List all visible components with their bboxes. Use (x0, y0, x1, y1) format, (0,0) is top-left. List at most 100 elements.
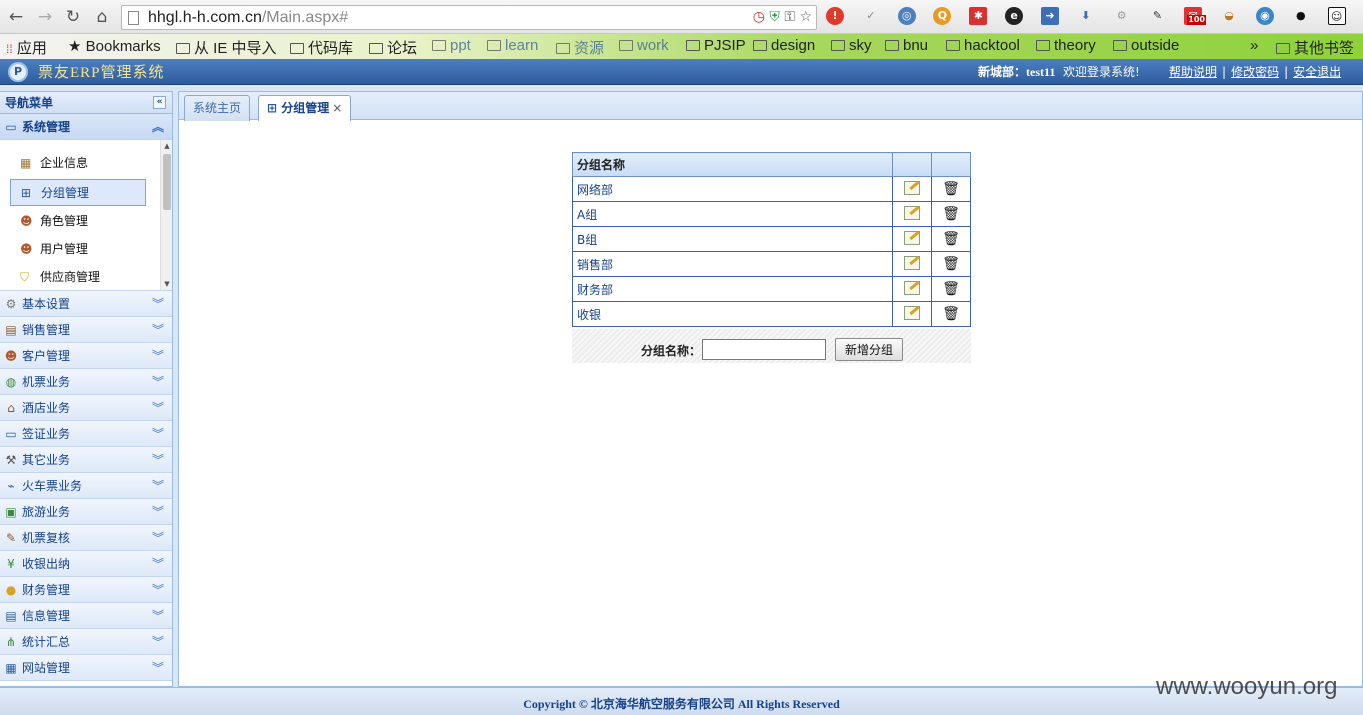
section-cashier[interactable]: ¥ 收银出纳 ︾ (0, 551, 172, 577)
star-icon[interactable]: ☆ (799, 9, 812, 25)
sync-icon[interactable]: ◎ (897, 7, 916, 25)
sub-item-company-info[interactable]: ▦ 企业信息 (10, 150, 146, 177)
globe-icon[interactable]: ◉ (1255, 7, 1274, 25)
back-icon[interactable]: ← (5, 6, 27, 28)
chevron-down-icon[interactable]: ︾ (152, 421, 164, 447)
mask-icon[interactable]: ☺ (1327, 7, 1346, 25)
history-icon[interactable]: ◷ (753, 9, 765, 25)
group-name-input[interactable] (702, 339, 826, 360)
section-air-tickets[interactable]: ◍ 机票业务 ︾ (0, 369, 172, 395)
bookmark-resources[interactable]: 资源 (556, 37, 604, 58)
chevron-down-icon[interactable]: ︾ (152, 369, 164, 395)
bookmark-learn[interactable]: learn (487, 37, 538, 54)
chevron-down-icon[interactable]: ︾ (152, 343, 164, 369)
chevron-down-icon[interactable]: ︾ (152, 447, 164, 473)
scroll-thumb[interactable] (163, 154, 171, 210)
chevron-up-icon[interactable]: ︽ (152, 114, 164, 140)
edit-icon[interactable] (904, 305, 920, 320)
bookmark-code[interactable]: 代码库 (290, 37, 353, 58)
check-icon[interactable]: ✓ (862, 7, 880, 25)
section-basic-settings[interactable]: ⚙ 基本设置 ︾ (0, 291, 172, 317)
close-icon[interactable]: × (332, 101, 342, 115)
chevron-down-icon[interactable]: ︾ (152, 473, 164, 499)
section-sales[interactable]: ▤ 销售管理 ︾ (0, 317, 172, 343)
share-icon[interactable]: ➜ (1040, 7, 1059, 25)
trash-icon[interactable]: 🗑 (942, 181, 960, 197)
section-other-business[interactable]: ⚒ 其它业务 ︾ (0, 447, 172, 473)
section-system-management[interactable]: ▭ 系统管理 ︽ (0, 114, 172, 140)
edit-icon[interactable] (904, 255, 920, 270)
url-text[interactable]: hhgl.h-h.com.cn/Main.aspx# (148, 9, 348, 27)
alert-icon[interactable]: ! (826, 7, 844, 25)
logout-link[interactable]: 安全退出 (1293, 65, 1341, 79)
bookmark-sky[interactable]: sky (831, 37, 872, 54)
collapse-sidebar-icon[interactable]: « (153, 96, 166, 109)
chevron-down-icon[interactable]: ︾ (152, 499, 164, 525)
other-bookmarks[interactable]: 其他书签 (1276, 37, 1354, 58)
chevron-down-icon[interactable]: ︾ (152, 395, 164, 421)
bookmark-ppt[interactable]: ppt (432, 37, 471, 54)
bookmark-bnu[interactable]: bnu (885, 37, 928, 54)
add-group-button[interactable]: 新增分组 (835, 338, 903, 361)
section-information[interactable]: ▤ 信息管理 ︾ (0, 603, 172, 629)
e-ext-icon[interactable]: e (1005, 7, 1024, 25)
chevron-down-icon[interactable]: ︾ (152, 603, 164, 629)
bookmark-hacktool[interactable]: hacktool (946, 37, 1020, 54)
chevron-down-icon[interactable]: ︾ (152, 291, 164, 317)
bookmark-design[interactable]: design (753, 37, 815, 54)
edit-icon[interactable] (904, 280, 920, 295)
bookmark-work[interactable]: work (619, 37, 669, 54)
section-finance[interactable]: ● 财务管理 ︾ (0, 577, 172, 603)
edit-icon[interactable] (904, 230, 920, 245)
tab-group-management[interactable]: ⊞ 分组管理 × (258, 95, 352, 121)
sub-item-group-management[interactable]: ⊞ 分组管理 (10, 179, 146, 206)
trash-icon[interactable]: 🗑 (942, 231, 960, 247)
home-icon[interactable]: ⌂ (91, 6, 113, 28)
key-icon[interactable]: ⚿ (784, 9, 795, 25)
download-icon[interactable]: ⬇ (1077, 7, 1095, 25)
help-link[interactable]: 帮助说明 (1169, 65, 1217, 79)
submenu-scrollbar[interactable]: ▲ ▼ (160, 140, 172, 290)
bookmark-forum[interactable]: 论坛 (369, 37, 417, 58)
apps-bookmark[interactable]: ⁞⁞ 应用 (6, 37, 47, 58)
trash-icon[interactable]: 🗑 (942, 306, 960, 322)
chevron-down-icon[interactable]: ︾ (152, 525, 164, 551)
bookmark-bookmarks[interactable]: ★ Bookmarks (68, 37, 161, 55)
chevron-down-icon[interactable]: ︾ (152, 655, 164, 681)
trash-icon[interactable]: 🗑 (942, 256, 960, 272)
bookmark-outside[interactable]: outside (1113, 37, 1179, 54)
bookmark-theory[interactable]: theory (1036, 37, 1096, 54)
scroll-down-icon[interactable]: ▼ (163, 280, 171, 288)
edit-icon[interactable] (904, 205, 920, 220)
tab-home[interactable]: 系统主页 (184, 95, 251, 121)
sub-item-supplier-management[interactable]: ⛉ 供应商管理 (10, 264, 146, 290)
trash-icon[interactable]: 🗑 (942, 281, 960, 297)
scroll-up-icon[interactable]: ▲ (163, 142, 171, 150)
chevron-down-icon[interactable]: ︾ (152, 629, 164, 655)
bookmark-pjsip[interactable]: PJSIP (686, 37, 746, 54)
section-hotel[interactable]: ⌂ 酒店业务 ︾ (0, 395, 172, 421)
gear-icon[interactable]: ⚙ (1113, 7, 1131, 25)
reload-icon[interactable]: ↻ (62, 6, 84, 28)
section-statistics[interactable]: ⋔ 统计汇总 ︾ (0, 629, 172, 655)
section-train-tickets[interactable]: ⌁ 火车票业务 ︾ (0, 473, 172, 499)
bowl-icon[interactable]: ◒ (1220, 7, 1238, 25)
search-ext-icon[interactable]: Q (933, 7, 952, 25)
trash-icon[interactable]: 🗑 (942, 206, 960, 222)
shield-icon[interactable]: ⛨ (769, 9, 780, 25)
sub-item-role-management[interactable]: ☻ 角色管理 (10, 208, 146, 235)
mail-icon[interactable]: ✉100 (1184, 7, 1206, 25)
change-password-link[interactable]: 修改密码 (1231, 65, 1279, 79)
section-ticket-review[interactable]: ✎ 机票复核 ︾ (0, 525, 172, 551)
forward-icon[interactable]: → (34, 6, 56, 28)
sub-item-user-management[interactable]: ☻ 用户管理 (10, 236, 146, 263)
address-bar[interactable]: hhgl.h-h.com.cn/Main.aspx# ◷ ⛨ ⚿ ☆ (121, 5, 817, 30)
section-customers[interactable]: ☻ 客户管理 ︾ (0, 343, 172, 369)
edit-icon[interactable] (904, 180, 920, 195)
section-travel[interactable]: ▣ 旅游业务 ︾ (0, 499, 172, 525)
chevron-down-icon[interactable]: ︾ (152, 317, 164, 343)
chevron-down-icon[interactable]: ︾ (152, 551, 164, 577)
section-visa[interactable]: ▭ 签证业务 ︾ (0, 421, 172, 447)
chevron-down-icon[interactable]: ︾ (152, 577, 164, 603)
bulb-icon[interactable]: ● (1292, 7, 1310, 25)
